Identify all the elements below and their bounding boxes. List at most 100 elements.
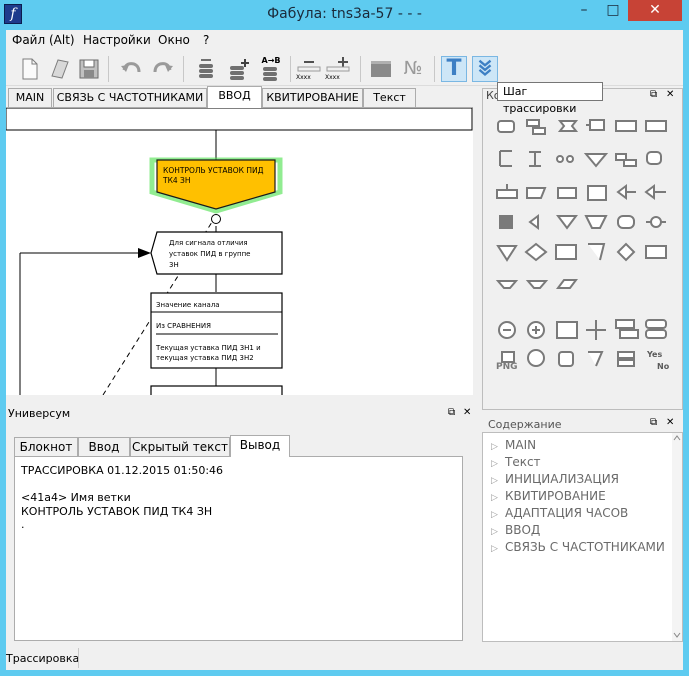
- palette-shape-icon[interactable]: [526, 119, 546, 135]
- palette-shape-icon[interactable]: [556, 155, 574, 163]
- undo-icon[interactable]: [118, 56, 144, 82]
- add-stack-icon[interactable]: [226, 56, 252, 82]
- rename-stack-icon[interactable]: A→B: [258, 56, 284, 82]
- float-icon[interactable]: ⧉: [448, 407, 455, 418]
- close-button[interactable]: ✕: [628, 0, 682, 21]
- tab-vvod[interactable]: ВВОД: [207, 86, 262, 108]
- insert-stack-icon[interactable]: [195, 56, 221, 82]
- palette-shape-icon[interactable]: [528, 214, 539, 230]
- tab-vyvod[interactable]: Вывод: [230, 435, 290, 457]
- diagram-canvas[interactable]: КОНТРОЛЬ УСТАВОК ПИД ТК4 ЗН Для сигнала …: [6, 108, 473, 395]
- dock-close-icon[interactable]: ✕: [666, 417, 674, 428]
- palette-shape-icon[interactable]: [645, 120, 667, 132]
- palette-shape-icon[interactable]: [588, 243, 606, 261]
- menu-file[interactable]: Файл (Alt): [12, 33, 75, 47]
- zoom-out-icon[interactable]: [498, 321, 516, 339]
- palette-shape-icon[interactable]: [499, 150, 512, 167]
- palette-shape-icon[interactable]: [645, 245, 667, 259]
- palette-shape-icon[interactable]: [615, 153, 637, 167]
- tree-item-vvod[interactable]: ▷ ВВОД: [491, 523, 540, 537]
- palette-shape-icon[interactable]: [584, 215, 608, 229]
- box-icon[interactable]: [368, 56, 394, 82]
- tree-item-clock[interactable]: ▷ АДАПТАЦИЯ ЧАСОВ: [491, 506, 628, 520]
- palette-shape-icon[interactable]: [526, 187, 547, 199]
- tree-item-main[interactable]: ▷ MAIN: [491, 438, 536, 452]
- palette-shape-icon[interactable]: [524, 242, 548, 262]
- node-znachenie-kanala[interactable]: Значение канала Из СРАВНЕНИЯ Текущая уст…: [150, 292, 283, 369]
- palette-shape-icon[interactable]: [557, 120, 579, 132]
- scroll-down-icon[interactable]: [672, 630, 682, 640]
- palette-shape-icon[interactable]: [644, 184, 666, 200]
- node-dlya-signala[interactable]: Для сигнала отличия уставок ПИД в группе…: [150, 231, 283, 275]
- output-textarea[interactable]: [14, 456, 463, 641]
- zoom-in-icon[interactable]: [527, 321, 545, 339]
- open-file-icon[interactable]: [46, 56, 72, 82]
- palette-shape-icon[interactable]: [496, 245, 518, 262]
- node-kontrol-ustavok[interactable]: КОНТРОЛЬ УСТАВОК ПИД ТК4 ЗН: [149, 157, 283, 214]
- minimize-button[interactable]: –: [570, 0, 598, 21]
- tab-bloknot[interactable]: Блокнот: [14, 437, 78, 457]
- palette-shape-icon[interactable]: [646, 151, 662, 165]
- palette-shape-icon[interactable]: [556, 279, 578, 289]
- group-icon[interactable]: [645, 319, 667, 339]
- node-port[interactable]: [211, 214, 221, 224]
- remove-field-icon[interactable]: Xxxx: [296, 56, 322, 82]
- palette-shape-icon[interactable]: [497, 120, 515, 133]
- redo-icon[interactable]: [150, 56, 176, 82]
- palette-shape-icon[interactable]: [586, 119, 605, 131]
- menu-help[interactable]: ?: [203, 33, 209, 47]
- new-file-icon[interactable]: [16, 56, 42, 82]
- contents-scrollbar[interactable]: [672, 433, 682, 641]
- palette-shape-icon[interactable]: [587, 185, 607, 201]
- palette-shape-icon[interactable]: [557, 187, 577, 199]
- connector-icon[interactable]: [588, 351, 604, 367]
- float-icon[interactable]: ⧉: [650, 417, 657, 428]
- palette-shape-icon[interactable]: [555, 244, 577, 260]
- no-label[interactable]: No: [657, 362, 669, 371]
- yes-label[interactable]: Yes: [647, 350, 662, 359]
- tab-main[interactable]: MAIN: [8, 88, 52, 108]
- palette-shape-icon[interactable]: [556, 215, 578, 230]
- maximize-button[interactable]: □: [599, 0, 627, 21]
- tab-text[interactable]: Текст: [363, 88, 416, 108]
- dock-close-icon[interactable]: ✕: [463, 407, 471, 418]
- scroll-up-icon[interactable]: [672, 433, 682, 443]
- layout-icon[interactable]: [615, 319, 639, 339]
- palette-shape-icon[interactable]: [499, 215, 513, 229]
- fit-icon[interactable]: [556, 321, 578, 339]
- trace-step-icon[interactable]: [472, 56, 498, 82]
- tab-vvod-bottom[interactable]: Ввод: [78, 437, 130, 457]
- palette-shape-icon[interactable]: [525, 280, 549, 289]
- tab-chastotniki[interactable]: СВЯЗЬ С ЧАСТОТНИКАМИ: [53, 88, 207, 108]
- number-icon[interactable]: №: [400, 56, 426, 82]
- tab-kvitirovanie[interactable]: КВИТИРОВАНИЕ: [262, 88, 363, 108]
- palette-shape-icon[interactable]: [616, 184, 636, 200]
- trace-icon[interactable]: T: [441, 56, 467, 82]
- dock-close-icon[interactable]: ✕: [666, 89, 674, 100]
- camera-icon[interactable]: [501, 351, 515, 363]
- tree-item-text[interactable]: ▷ Текст: [491, 455, 541, 469]
- palette-shape-icon[interactable]: [529, 151, 541, 167]
- menu-settings[interactable]: Настройки: [83, 33, 151, 47]
- palette-shape-icon[interactable]: [615, 120, 637, 132]
- tab-hidden-text[interactable]: Скрытый текст: [130, 437, 230, 457]
- node-partial[interactable]: [150, 385, 283, 395]
- align-icon[interactable]: [586, 320, 606, 340]
- float-icon[interactable]: ⧉: [650, 89, 657, 100]
- save-icon[interactable]: [76, 56, 102, 82]
- palette-shape-icon[interactable]: [496, 184, 518, 199]
- palette-shape-icon[interactable]: [646, 216, 666, 228]
- palette-shape-icon[interactable]: [616, 242, 636, 262]
- tree-item-init[interactable]: ▷ ИНИЦИАЛИЗАЦИЯ: [491, 472, 619, 486]
- add-field-icon[interactable]: Xxxx: [325, 56, 351, 82]
- stop-icon[interactable]: [558, 351, 574, 367]
- tree-item-chastotniki[interactable]: ▷ СВЯЗЬ С ЧАСТОТНИКАМИ: [491, 540, 665, 554]
- merge-icon[interactable]: [617, 351, 635, 367]
- image-icon[interactable]: [527, 349, 545, 367]
- palette-shape-icon[interactable]: [617, 215, 635, 229]
- palette-shape-icon[interactable]: [495, 280, 519, 289]
- png-export-icon[interactable]: PNG: [496, 362, 518, 372]
- menu-window[interactable]: Окно: [158, 33, 190, 47]
- palette-shape-icon[interactable]: [583, 153, 609, 168]
- tree-item-kvit[interactable]: ▷ КВИТИРОВАНИЕ: [491, 489, 606, 503]
